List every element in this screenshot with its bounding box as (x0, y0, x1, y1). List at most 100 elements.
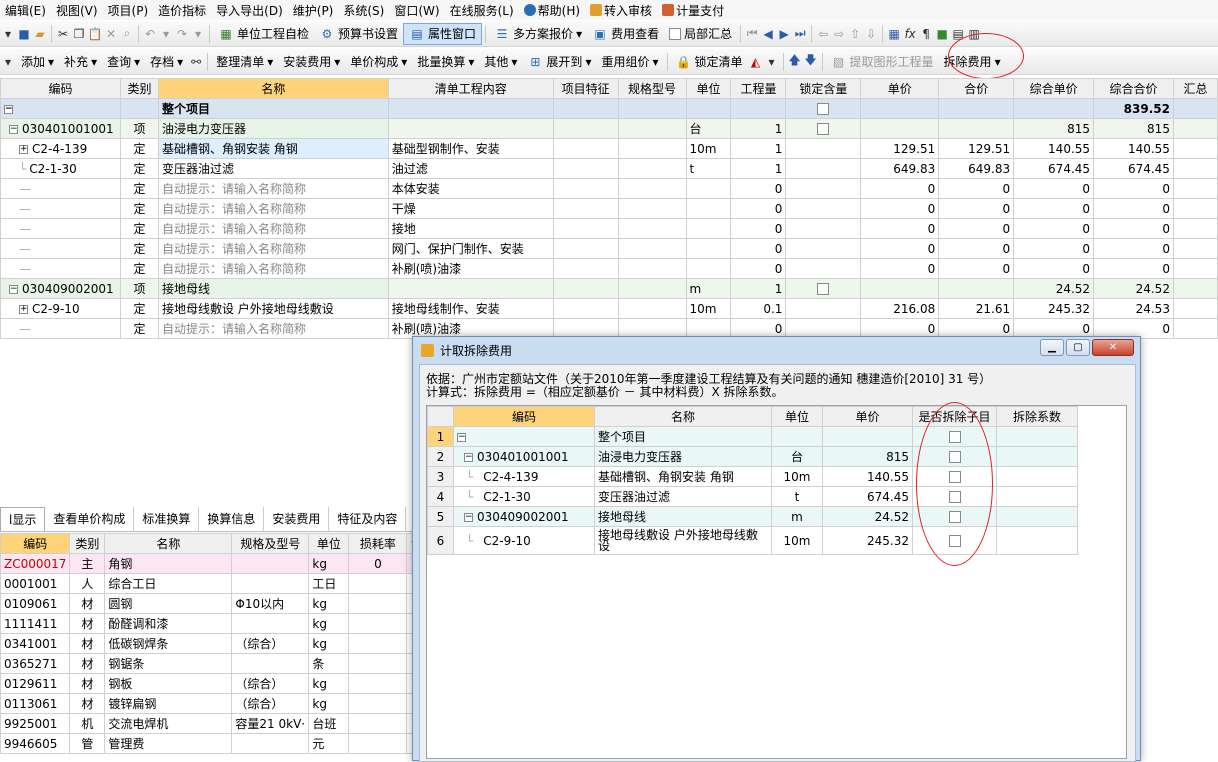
column-header[interactable]: 单价 (822, 406, 913, 427)
cell-unit[interactable] (685, 258, 732, 279)
cell-spec[interactable] (231, 573, 310, 594)
cell-content[interactable]: 干燥 (387, 198, 554, 219)
cell-spec[interactable] (617, 98, 687, 119)
cell-lock[interactable] (785, 158, 862, 179)
cell-code[interactable]: 0341001 (0, 633, 71, 654)
cell-comp_price[interactable]: 0 (1013, 238, 1095, 259)
cell-name[interactable]: 低碳钢焊条 (104, 633, 233, 654)
cell-feature[interactable] (552, 138, 619, 159)
cell-qty[interactable]: 0 (730, 218, 787, 239)
table-row[interactable]: — 定自动提示：请输入名称简称 补刷(喷)油漆 0 0 0 0 0 (0, 258, 1218, 279)
cell-price[interactable]: 815 (822, 446, 913, 467)
table-row[interactable]: −030409002001 项接地母线 m 1 24.52 24.52 (0, 278, 1218, 299)
cell-name[interactable]: 油浸电力变压器 (157, 118, 389, 139)
cell-unit[interactable]: kg (308, 613, 350, 634)
cell-spec[interactable] (617, 138, 687, 159)
cell-qty[interactable]: 1 (730, 138, 787, 159)
paste-icon[interactable]: 📋 (87, 26, 103, 42)
cell-type[interactable]: 定 (119, 318, 159, 339)
budget-settings-button[interactable]: ⚙ 预算书设置 (314, 23, 403, 45)
tab-bottom[interactable]: 标准换算 (134, 507, 200, 531)
paragraph-icon[interactable]: ¶ (918, 26, 934, 42)
cell-comp_total[interactable]: 24.52 (1093, 278, 1174, 299)
cell-comp_total[interactable]: 0 (1093, 238, 1174, 259)
cell-qty[interactable] (730, 98, 787, 119)
cut-icon[interactable]: ✂ (55, 26, 71, 42)
collapse-icon[interactable]: − (457, 432, 466, 442)
cell-comp_total[interactable]: 0 (1093, 258, 1174, 279)
cell-total[interactable]: 0 (938, 258, 1015, 279)
cell-type[interactable]: 材 (69, 633, 106, 654)
cell-feature[interactable] (552, 258, 619, 279)
extract-graphic-button[interactable]: ▧ 提取图形工程量 (826, 51, 939, 73)
cell-lock[interactable] (785, 298, 862, 319)
table-row[interactable]: 0365271 材钢锯条 条 (0, 653, 428, 674)
cell-price[interactable]: 0 (860, 258, 940, 279)
multi-quote-button[interactable]: ☰ 多方案报价 ▾ (489, 23, 587, 45)
cell-summary[interactable] (1172, 278, 1218, 299)
cell-price[interactable]: 674.45 (822, 486, 913, 507)
cell-code[interactable]: └ C2-1-30 (453, 486, 595, 507)
row-number[interactable]: 2 (427, 446, 454, 467)
cell-code[interactable]: └ C2-4-139 (453, 466, 595, 487)
cell-type[interactable]: 材 (69, 693, 106, 714)
table-row[interactable]: 0001001人综合工日工日1 (0, 573, 428, 594)
cell-unit[interactable]: kg (308, 593, 350, 614)
cell-summary[interactable] (1172, 178, 1218, 199)
cell-qty[interactable]: 0 (730, 258, 787, 279)
cell-spec[interactable] (617, 298, 687, 319)
menu-item[interactable]: 转入审核 (585, 2, 657, 19)
cell-price[interactable]: 129.51 (860, 138, 940, 159)
cell-name[interactable]: 镀锌扁钢 (104, 693, 233, 714)
table-row[interactable]: 9946605管管理费元1 (0, 733, 428, 754)
column-header[interactable]: 名称 (157, 78, 389, 99)
table-row[interactable]: −030401001001 项油浸电力变压器台 1 815 815 (0, 118, 1218, 139)
cell-summary[interactable] (1172, 138, 1218, 159)
cell-unit[interactable]: 工日 (308, 573, 350, 594)
cell-total[interactable]: 21.61 (938, 298, 1015, 319)
table-row[interactable]: 1111411 材酚醛调和漆 kg (0, 613, 428, 634)
row-number[interactable]: 3 (427, 466, 454, 487)
lock-checkbox[interactable] (817, 283, 830, 295)
cell-name[interactable]: 接地母线 (157, 278, 389, 299)
cell-loss[interactable]: 0 (348, 553, 408, 574)
cell-comp_total[interactable]: 839.52 (1093, 98, 1174, 119)
cell-comp_total[interactable]: 24.53 (1093, 298, 1174, 319)
fill-color-icon[interactable]: ◭ (748, 54, 764, 70)
cell-remove-coefficient[interactable] (996, 426, 1078, 447)
cell-feature[interactable] (552, 158, 619, 179)
batch-convert-button[interactable]: 批量换算 ▾ (412, 51, 479, 73)
column-header[interactable]: 规格型号 (617, 78, 687, 99)
cell-spec[interactable] (231, 653, 310, 674)
cell-remove-coefficient[interactable] (996, 506, 1078, 527)
cell-comp_total[interactable]: 815 (1093, 118, 1174, 139)
cell-spec[interactable] (231, 553, 310, 574)
cell-spec[interactable] (617, 258, 687, 279)
cell-price[interactable]: 216.08 (860, 298, 940, 319)
cell-spec[interactable] (617, 158, 687, 179)
row-number[interactable]: 6 (427, 526, 454, 555)
cell-summary[interactable] (1172, 298, 1218, 319)
cell-loss[interactable] (348, 713, 408, 734)
delete-icon[interactable]: ✕ (103, 26, 119, 42)
cell-name[interactable]: 基础槽钢、角钢安装 角钢 (157, 138, 389, 159)
collapse-icon[interactable]: − (9, 124, 18, 134)
cell-unit[interactable]: m (771, 506, 823, 527)
cell-unit[interactable] (685, 218, 732, 239)
cell-remove-coefficient[interactable] (996, 466, 1078, 487)
column-header[interactable]: 编码 (0, 533, 71, 554)
cell-content[interactable]: 基础型钢制作、安装 (387, 138, 554, 159)
table-row[interactable]: 0341001 材低碳钢焊条 （综合） kg (0, 633, 428, 654)
cell-type[interactable]: 项 (119, 118, 159, 139)
cell-spec[interactable]: （综合） (231, 693, 310, 714)
cell-unit[interactable] (685, 238, 732, 259)
menu-item[interactable]: 系统(S) (338, 2, 389, 19)
cell-price[interactable] (860, 118, 940, 139)
cell-remove-coefficient[interactable] (996, 486, 1078, 507)
cell-unit[interactable]: 10m (771, 466, 823, 487)
cell-lock[interactable] (785, 218, 862, 239)
cell-name[interactable]: 自动提示：请输入名称简称 (157, 318, 389, 339)
tab-bottom[interactable]: 安装费用 (264, 507, 330, 531)
cell-qty[interactable]: 0 (730, 238, 787, 259)
partial-summary-toggle[interactable]: 局部汇总 (664, 23, 737, 45)
